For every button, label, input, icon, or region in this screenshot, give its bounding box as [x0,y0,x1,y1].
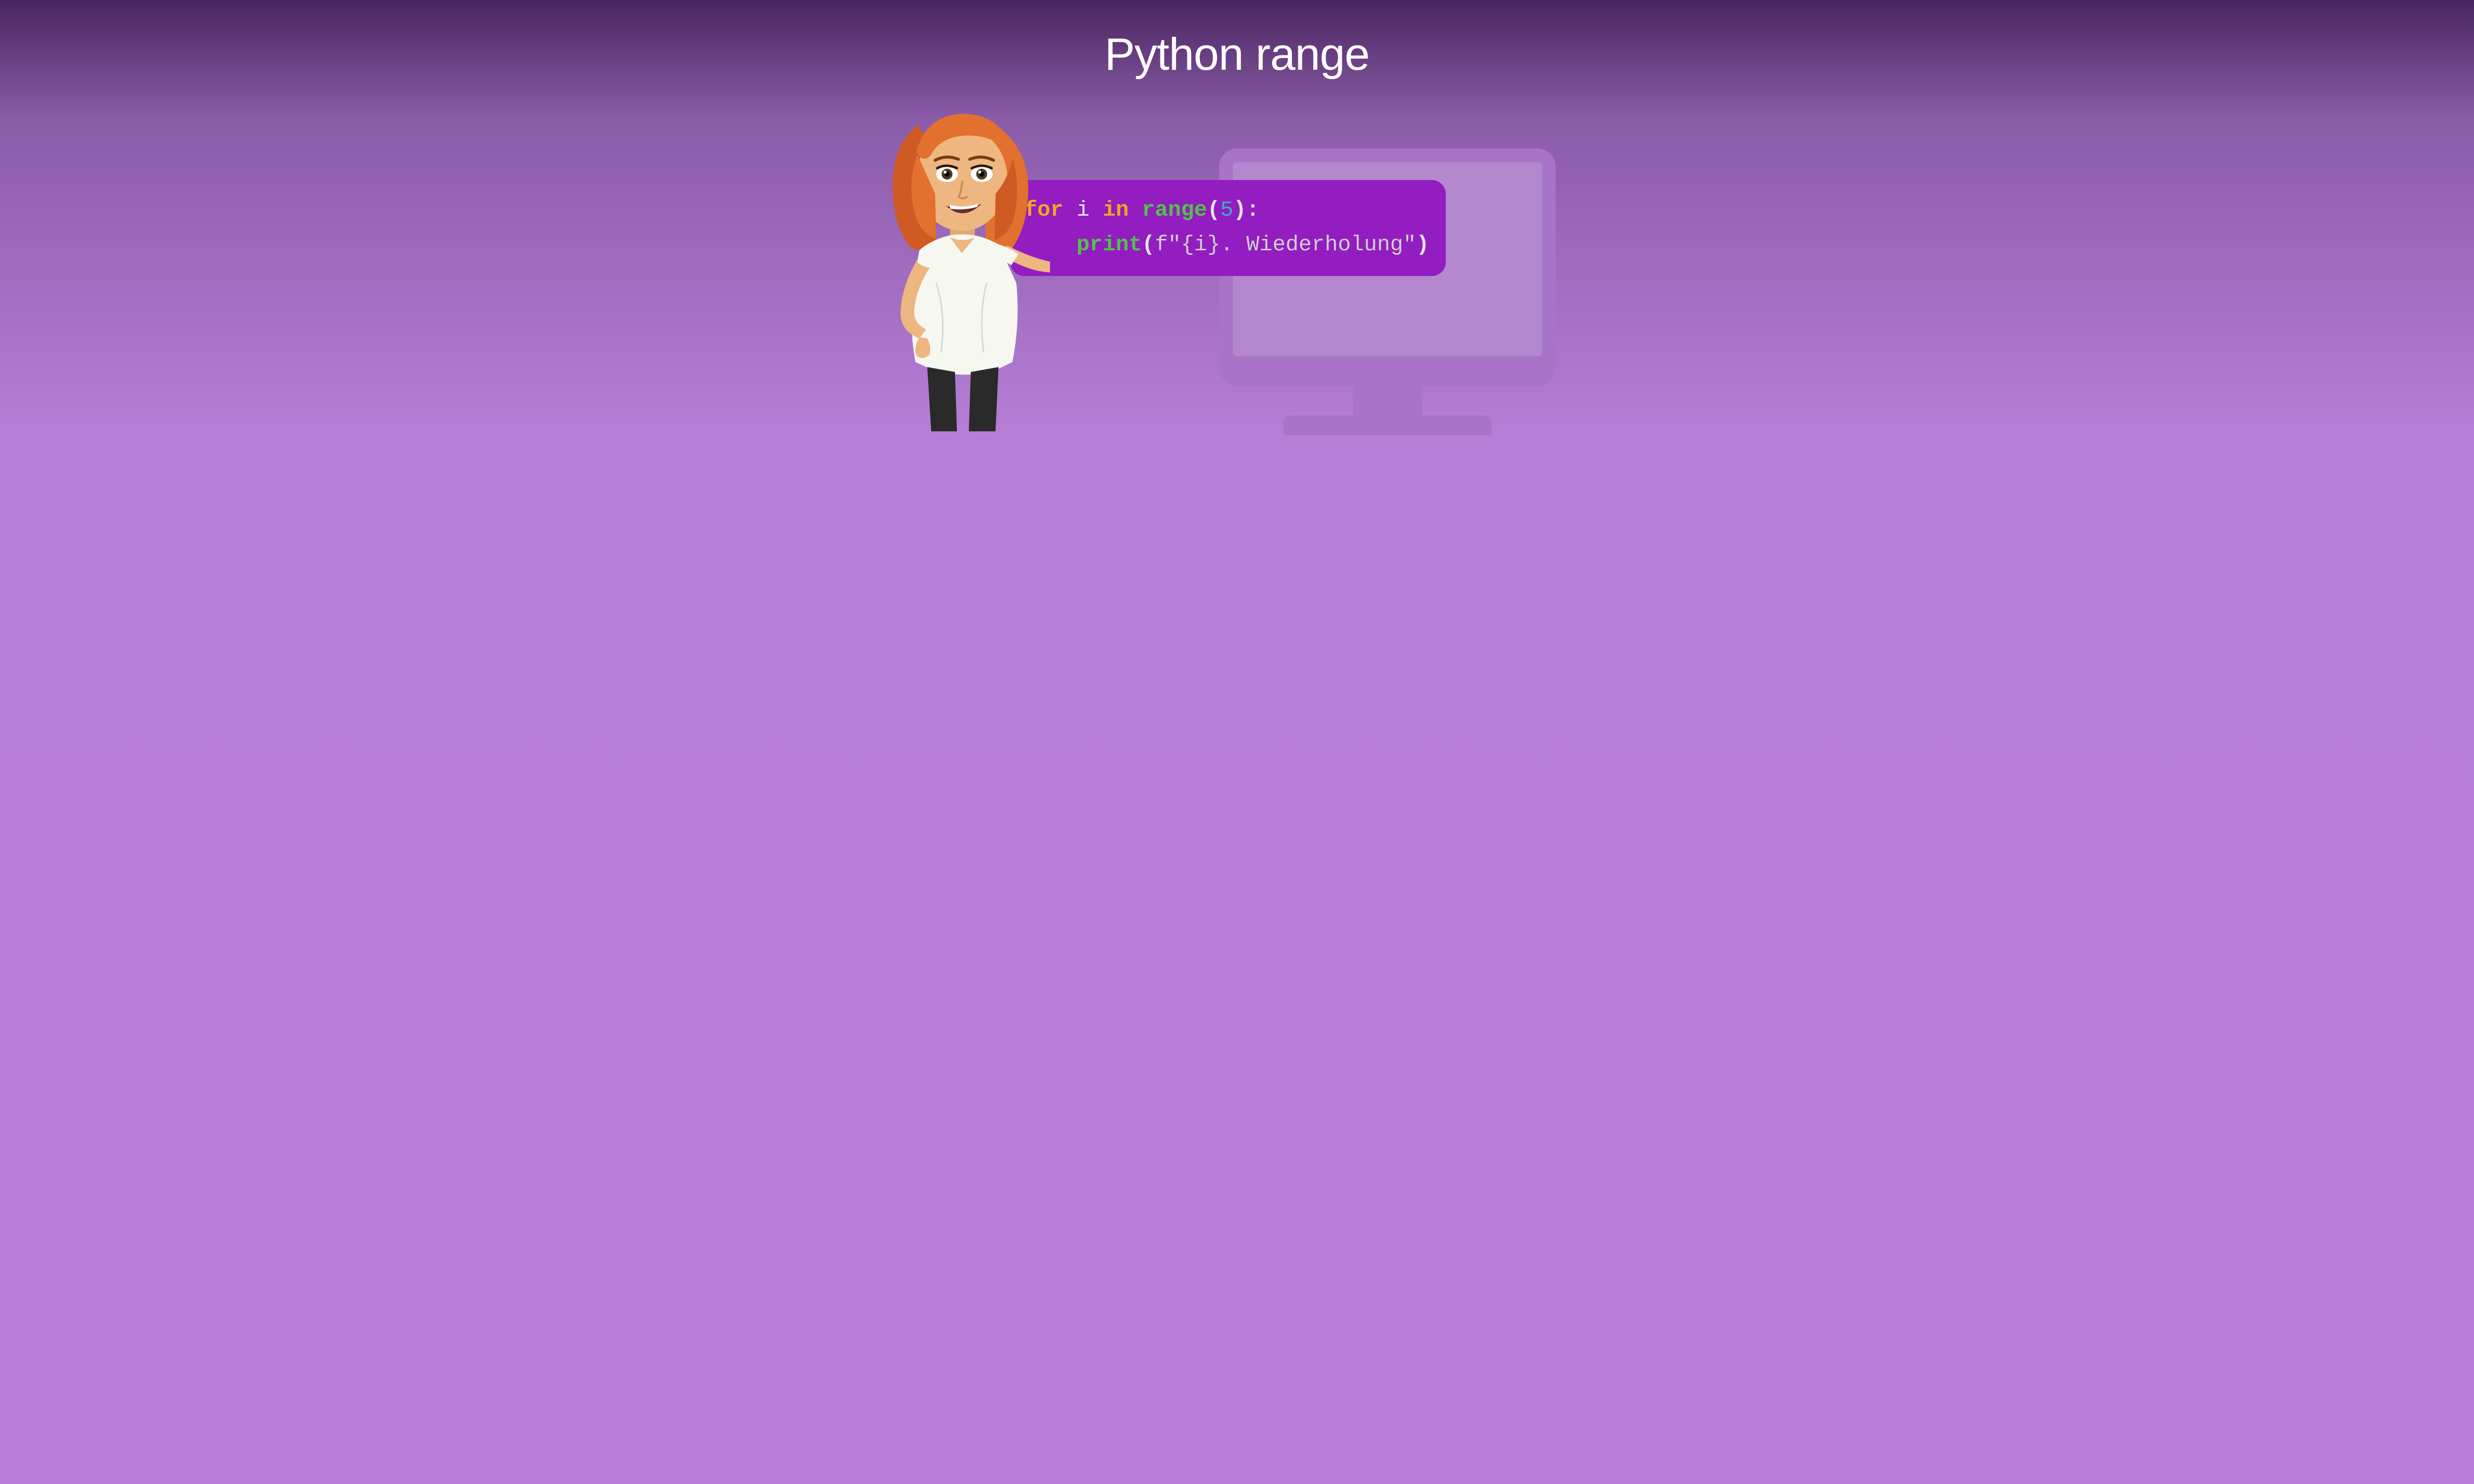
code-brace-open: { [1181,232,1194,257]
code-paren-open: ( [1207,198,1220,223]
monitor-base [1284,416,1491,435]
code-word: Wiederholung [1246,232,1403,257]
code-brace-close: } [1207,232,1220,257]
code-var-i: i [1077,198,1090,223]
code-paren-open2: ( [1142,232,1155,257]
code-bubble: for i in range(5): print(f"{i}. Wiederho… [1010,180,1446,276]
code-var-i2: i [1194,232,1207,257]
code-f-prefix: f [1155,232,1168,257]
code-dot: . [1220,232,1246,257]
code-paren-close: ) [1234,198,1246,223]
code-fn-range: range [1142,198,1207,223]
slide-stage: Python range for i in range(5): print(f"… [857,0,1617,427]
code-quote1: " [1168,232,1181,257]
slide-title: Python range [857,29,1617,81]
code-paren-close2: ) [1416,232,1429,257]
code-kw-in: in [1102,198,1129,223]
code-colon: : [1246,198,1259,223]
code-quote2: " [1403,232,1416,257]
presenter-character [872,105,1050,431]
code-fn-print: print [1077,232,1142,257]
code-num-5: 5 [1220,198,1233,223]
